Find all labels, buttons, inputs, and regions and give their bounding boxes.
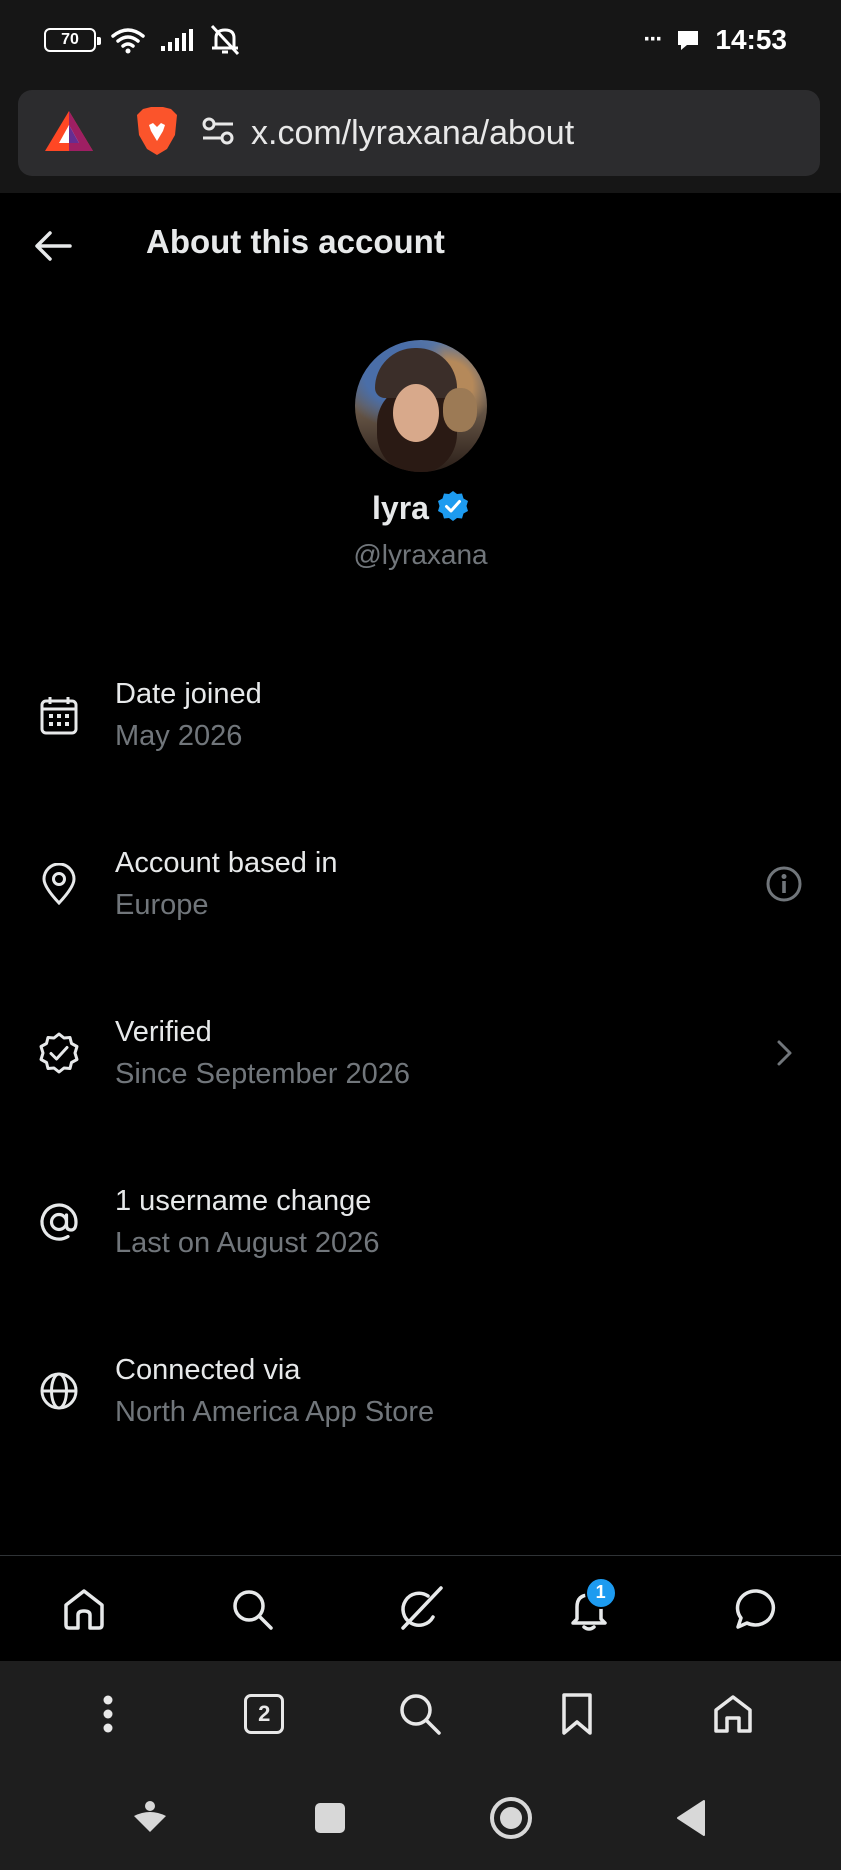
url-text[interactable]: x.com/lyraxana/about bbox=[251, 114, 574, 153]
info-value: Europe bbox=[115, 889, 209, 921]
chevron-down-icon bbox=[134, 1801, 167, 1832]
hide-nav-button[interactable] bbox=[120, 1788, 180, 1848]
home-system-button[interactable] bbox=[481, 1788, 541, 1848]
browser-address-bar: x.com/lyraxana/about bbox=[0, 80, 841, 193]
info-row-verified[interactable]: Verified Since September 2026 bbox=[0, 970, 841, 1139]
android-system-nav bbox=[0, 1766, 841, 1870]
battery-level: 70 bbox=[61, 31, 79, 48]
info-value: May 2026 bbox=[115, 720, 243, 752]
square-icon bbox=[315, 1803, 346, 1833]
circle-icon bbox=[489, 1797, 532, 1839]
brave-shields-icon[interactable] bbox=[135, 105, 179, 162]
info-value: Last on August 2026 bbox=[115, 1227, 380, 1259]
clock: 14:53 bbox=[715, 24, 787, 55]
url-box[interactable]: x.com/lyraxana/about bbox=[18, 90, 820, 176]
nav-home[interactable] bbox=[54, 1579, 114, 1639]
arrow-left-icon bbox=[35, 231, 72, 261]
verified-badge-icon bbox=[437, 490, 469, 527]
info-label: Date joined bbox=[115, 678, 262, 710]
info-row-connected-via: Connected via North America App Store bbox=[0, 1308, 841, 1477]
at-sign-icon bbox=[38, 1201, 80, 1243]
display-name-row: lyra bbox=[0, 490, 841, 527]
more-vertical-icon bbox=[103, 1695, 113, 1732]
nav-search[interactable] bbox=[222, 1579, 282, 1639]
bat-rewards-icon[interactable] bbox=[43, 109, 95, 158]
info-value: Since September 2026 bbox=[115, 1058, 411, 1090]
nav-notifications[interactable]: 1 bbox=[559, 1576, 619, 1639]
browser-menu-button[interactable] bbox=[78, 1684, 138, 1744]
battery-indicator: 70 bbox=[44, 28, 101, 52]
search-icon bbox=[233, 1589, 274, 1630]
bookmark-icon bbox=[561, 1692, 592, 1735]
info-row-account-based-in: Account based in Europe bbox=[0, 801, 841, 970]
home-icon bbox=[64, 1588, 104, 1630]
tabs-count: 2 bbox=[244, 1693, 285, 1734]
profile-summary: lyra @lyraxana bbox=[0, 340, 841, 571]
info-row-username-change: 1 username change Last on August 2026 bbox=[0, 1139, 841, 1308]
chevron-right-icon[interactable] bbox=[765, 1034, 803, 1072]
recents-button[interactable] bbox=[300, 1788, 360, 1848]
site-settings-icon[interactable] bbox=[201, 116, 235, 151]
status-left: 70 bbox=[44, 24, 242, 56]
back-button[interactable] bbox=[34, 229, 72, 263]
info-icon[interactable] bbox=[765, 865, 803, 903]
grok-icon bbox=[401, 1585, 444, 1630]
info-value: North America App Store bbox=[115, 1396, 435, 1428]
browser-toolbar: 2 bbox=[0, 1661, 841, 1766]
globe-icon bbox=[38, 1370, 80, 1412]
triangle-back-icon bbox=[676, 1800, 705, 1836]
chat-notification-icon bbox=[675, 27, 701, 53]
status-right: ··· 14:53 bbox=[643, 24, 787, 56]
more-notifications-icon: ··· bbox=[643, 26, 663, 53]
display-name: lyra bbox=[372, 490, 429, 526]
account-info-list: Date joined May 2026 Account based in Eu… bbox=[0, 632, 841, 1477]
location-pin-icon bbox=[38, 862, 80, 906]
info-label: Account based in bbox=[115, 847, 338, 879]
bookmarks-button[interactable] bbox=[547, 1684, 607, 1744]
search-icon bbox=[400, 1693, 442, 1735]
info-row-date-joined: Date joined May 2026 bbox=[0, 632, 841, 801]
info-label: 1 username change bbox=[115, 1185, 372, 1217]
signal-icon bbox=[160, 28, 194, 52]
messages-icon bbox=[735, 1588, 775, 1629]
tabs-button[interactable]: 2 bbox=[234, 1684, 294, 1744]
info-label: Verified bbox=[115, 1016, 212, 1048]
mute-icon bbox=[208, 24, 242, 56]
home-icon bbox=[714, 1694, 752, 1733]
handle: @lyraxana bbox=[353, 539, 488, 570]
notification-count-badge: 1 bbox=[584, 1576, 617, 1609]
info-label: Connected via bbox=[115, 1354, 301, 1386]
browser-search-button[interactable] bbox=[390, 1684, 450, 1744]
browser-home-button[interactable] bbox=[703, 1684, 763, 1744]
verified-badge-outline-icon bbox=[38, 1032, 80, 1074]
nav-messages[interactable] bbox=[727, 1579, 787, 1639]
page-header: About this account bbox=[0, 193, 841, 299]
calendar-icon bbox=[38, 694, 80, 736]
back-system-button[interactable] bbox=[661, 1788, 721, 1848]
wifi-icon bbox=[110, 26, 146, 54]
avatar[interactable] bbox=[354, 340, 487, 472]
status-bar: 70 ··· 14:53 bbox=[0, 0, 841, 80]
page-title: About this account bbox=[146, 223, 445, 260]
x-bottom-nav: 1 bbox=[0, 1555, 841, 1661]
nav-grok[interactable] bbox=[390, 1579, 450, 1639]
